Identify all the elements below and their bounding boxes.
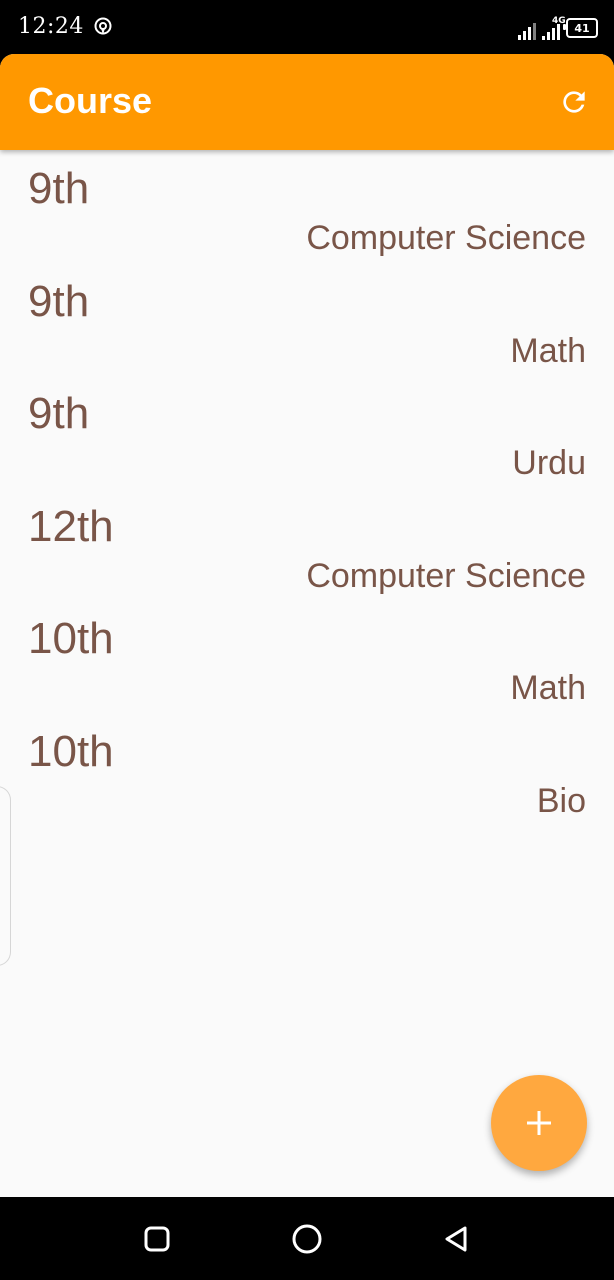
- battery-icon: 41: [563, 18, 598, 38]
- add-course-button[interactable]: [491, 1075, 587, 1171]
- course-class: 9th: [28, 276, 90, 326]
- page-title: Course: [28, 80, 153, 121]
- status-icons: 4G 41: [518, 14, 598, 40]
- hotspot-icon: [93, 17, 113, 37]
- course-class: 9th: [28, 389, 90, 439]
- course-subject: Math: [510, 669, 586, 708]
- list-item[interactable]: 9th Urdu: [0, 375, 614, 488]
- back-button[interactable]: [438, 1221, 474, 1257]
- home-button[interactable]: [289, 1221, 325, 1257]
- back-icon: [445, 1226, 467, 1252]
- home-icon: [292, 1224, 322, 1254]
- add-icon: [527, 1111, 551, 1135]
- list-item[interactable]: 9th Math: [0, 263, 614, 376]
- refresh-button[interactable]: [556, 84, 592, 120]
- course-subject: Math: [510, 331, 586, 370]
- list-item[interactable]: 12th Computer Science: [0, 488, 614, 601]
- status-bar: 12:24 4G 41: [0, 0, 614, 56]
- navigation-bar: [0, 1197, 614, 1280]
- list-item[interactable]: 10th Math: [0, 600, 614, 713]
- course-subject: Bio: [536, 781, 586, 820]
- signal-4g-icon: 4G: [542, 16, 566, 40]
- app-bar: Course: [0, 54, 614, 150]
- course-subject: Urdu: [512, 444, 586, 483]
- signal-icon: [518, 20, 536, 40]
- list-item[interactable]: 9th Computer Science: [0, 150, 614, 263]
- course-class: 10th: [28, 614, 114, 664]
- edge-panel-handle[interactable]: [0, 786, 11, 966]
- course-class: 9th: [28, 164, 90, 213]
- app-screen: Course 9th Computer Science 9th Math 9th…: [0, 54, 614, 1197]
- course-subject: Computer Science: [306, 219, 586, 257]
- recents-button[interactable]: [139, 1221, 175, 1257]
- course-list: 9th Computer Science 9th Math 9th Urdu 1…: [0, 150, 614, 826]
- course-class: 10th: [28, 726, 114, 776]
- status-time: 12:24: [18, 14, 84, 39]
- course-subject: Computer Science: [306, 556, 586, 595]
- refresh-icon: [563, 91, 585, 113]
- battery-level: 41: [574, 21, 590, 35]
- recents-icon: [144, 1226, 170, 1252]
- course-class: 12th: [28, 501, 114, 551]
- list-item[interactable]: 10th Bio: [0, 713, 614, 826]
